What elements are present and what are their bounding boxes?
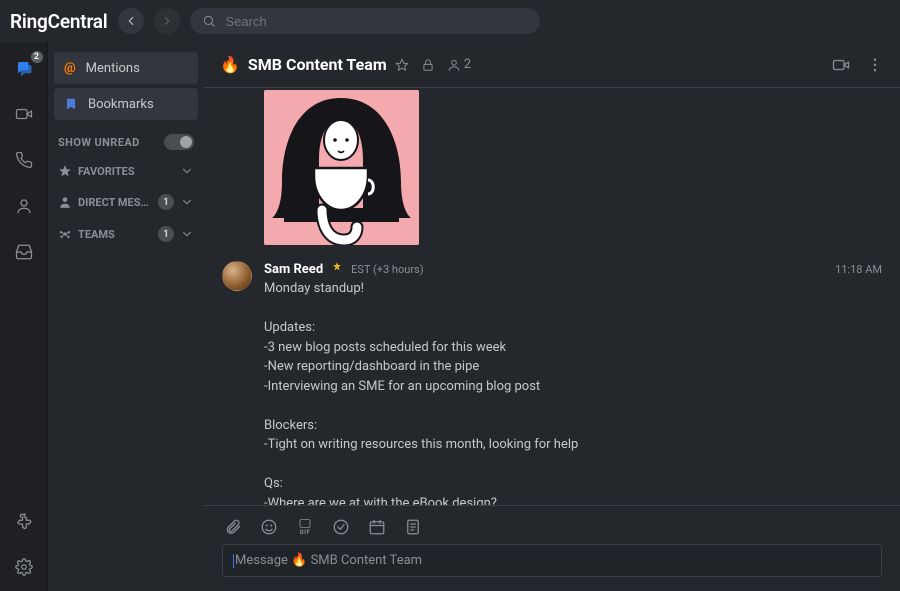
channel-emoji: 🔥	[220, 55, 240, 74]
puzzle-icon	[15, 512, 33, 530]
paperclip-icon	[224, 518, 242, 536]
chevron-down-icon	[180, 227, 194, 241]
sidebar: @ Mentions Bookmarks SHOW UNREAD FAVORIT…	[48, 42, 204, 591]
star-icon	[58, 164, 72, 178]
section-label: TEAMS	[78, 228, 152, 241]
message-body: Monday standup! Updates: -3 new blog pos…	[264, 277, 882, 505]
emoji-button[interactable]	[260, 518, 278, 536]
input-placeholder: Message 🔥 SMB Content Team	[235, 553, 422, 568]
team-icon	[58, 227, 72, 241]
sidebar-direct-messages[interactable]: DIRECT MESSAG... 1	[54, 186, 198, 218]
inbox-icon	[15, 243, 33, 261]
avatar[interactable]	[222, 261, 252, 291]
rail-phone[interactable]	[12, 148, 36, 172]
channel-title: SMB Content Team	[248, 55, 387, 74]
section-label: DIRECT MESSAG...	[78, 196, 152, 209]
dm-count: 1	[158, 194, 174, 210]
message-item: Sam Reed EST (+3 hours) 11:18 AM Monday …	[222, 251, 882, 505]
nav-forward-button[interactable]	[154, 8, 180, 34]
emoji-icon	[260, 518, 278, 536]
unread-badge: 2	[30, 50, 44, 64]
at-icon: @	[64, 61, 76, 76]
person-icon	[58, 195, 72, 209]
message-time: 11:18 AM	[835, 263, 882, 276]
teams-count: 1	[158, 226, 174, 242]
star-outline-icon[interactable]	[395, 58, 409, 72]
person-icon	[447, 58, 461, 72]
gear-icon	[15, 558, 33, 576]
chevron-down-icon	[180, 164, 194, 178]
channel-header: 🔥 SMB Content Team 2	[204, 42, 900, 88]
rail-inbox[interactable]	[12, 240, 36, 264]
video-icon	[15, 105, 33, 123]
start-video-button[interactable]	[832, 56, 850, 74]
messages-icon	[15, 59, 33, 77]
sidebar-favorites[interactable]: FAVORITES	[54, 156, 198, 186]
show-unread-toggle[interactable]	[164, 134, 194, 150]
chevron-right-icon	[160, 14, 174, 28]
gif-button[interactable]: GIF	[296, 518, 314, 536]
rail-settings[interactable]	[12, 555, 36, 579]
message-timezone: EST (+3 hours)	[351, 263, 423, 276]
search-input[interactable]	[224, 13, 528, 30]
chevron-down-icon	[180, 195, 194, 209]
content-pane: 🔥 SMB Content Team 2	[204, 42, 900, 591]
illustration-icon	[264, 90, 419, 245]
sidebar-mentions[interactable]: @ Mentions	[54, 52, 198, 84]
rail-contacts[interactable]	[12, 194, 36, 218]
attach-button[interactable]	[224, 518, 242, 536]
event-button[interactable]	[368, 518, 386, 536]
nav-rail: 2	[0, 42, 48, 591]
task-button[interactable]	[332, 518, 350, 536]
sidebar-item-label: Mentions	[86, 61, 140, 76]
member-count[interactable]: 2	[447, 57, 471, 72]
contact-icon	[15, 197, 33, 215]
sidebar-item-label: Bookmarks	[88, 97, 154, 112]
app-brand: RingCentral	[10, 10, 108, 33]
note-button[interactable]	[404, 518, 422, 536]
search-icon	[202, 14, 216, 28]
section-label: FAVORITES	[78, 165, 174, 178]
rail-messages[interactable]: 2	[12, 56, 36, 80]
calendar-icon	[368, 518, 386, 536]
nav-back-button[interactable]	[118, 8, 144, 34]
note-icon	[404, 518, 422, 536]
message-composer: GIF Message 🔥 SMB Content Team	[204, 505, 900, 591]
check-circle-icon	[332, 518, 350, 536]
admin-badge-icon	[331, 261, 343, 273]
show-unread-label: SHOW UNREAD	[58, 136, 140, 149]
message-list[interactable]: Sam Reed EST (+3 hours) 11:18 AM Monday …	[204, 88, 900, 505]
sidebar-bookmarks[interactable]: Bookmarks	[54, 88, 198, 120]
sidebar-teams[interactable]: TEAMS 1	[54, 218, 198, 250]
composer-toolbar: GIF	[222, 514, 882, 544]
message-image[interactable]	[264, 90, 419, 245]
message-input[interactable]: Message 🔥 SMB Content Team	[222, 544, 882, 577]
rail-apps[interactable]	[12, 509, 36, 533]
global-search[interactable]	[190, 8, 540, 34]
phone-icon	[15, 151, 33, 169]
more-menu-button[interactable]	[866, 56, 884, 74]
bookmark-icon	[64, 97, 78, 111]
message-author[interactable]: Sam Reed	[264, 262, 323, 277]
rail-video[interactable]	[12, 102, 36, 126]
top-bar: RingCentral	[0, 0, 900, 42]
chevron-left-icon	[124, 14, 138, 28]
lock-icon	[421, 58, 435, 72]
